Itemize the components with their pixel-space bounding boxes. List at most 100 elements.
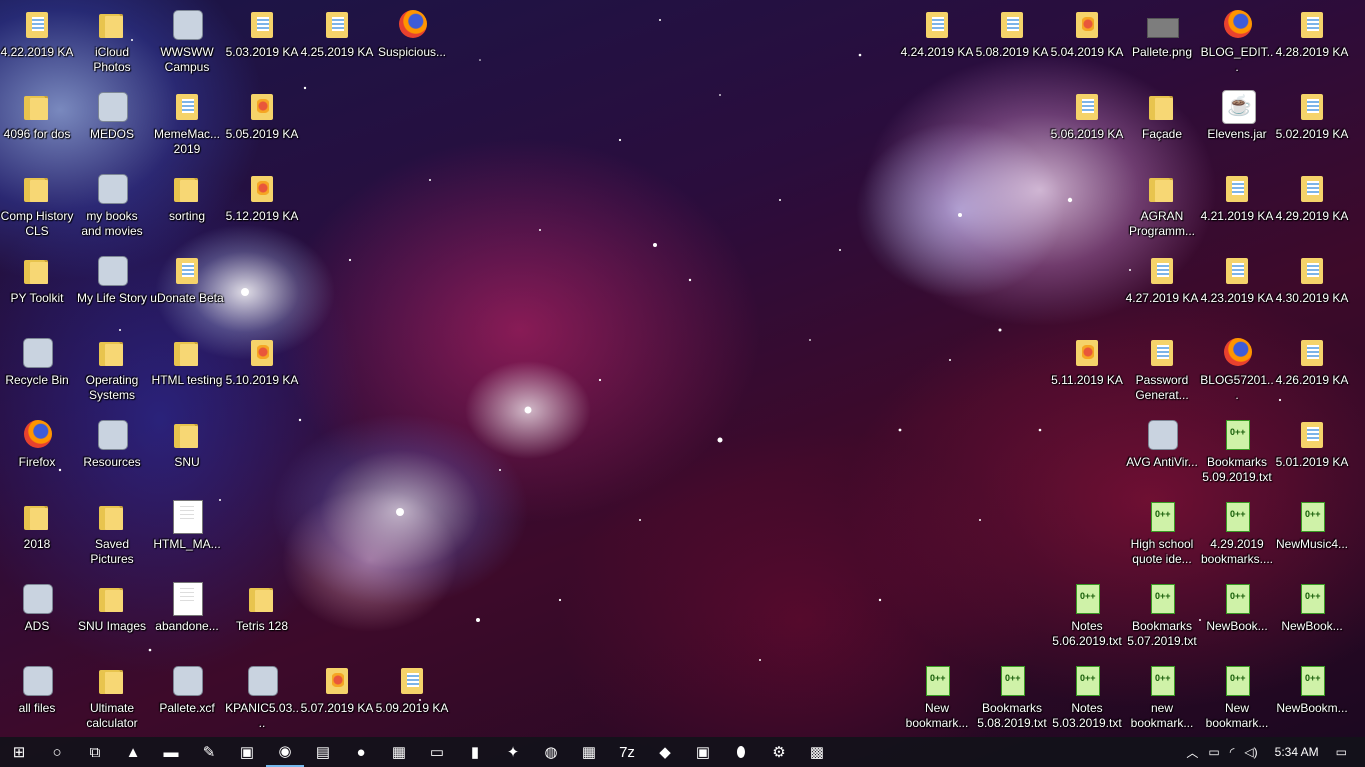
desktop-icon[interactable]: MEDOS xyxy=(75,90,149,142)
desktop-icon[interactable]: My Life Story xyxy=(75,254,149,306)
taskbar-calculator-icon[interactable]: ▦ xyxy=(570,737,608,767)
desktop-icon[interactable]: New bookmark... xyxy=(1200,664,1274,731)
taskbar-app-active-icon[interactable]: ◉ xyxy=(266,737,304,767)
taskbar-sticky-notes-icon[interactable]: ▮ xyxy=(456,737,494,767)
taskbar-monitor-app-icon[interactable]: ▭ xyxy=(418,737,456,767)
desktop-icon[interactable]: Bookmarks 5.09.2019.txt xyxy=(1200,418,1274,485)
desktop-icon[interactable]: 4096 for dos xyxy=(0,90,74,142)
desktop-icon[interactable]: BLOG_EDIT... xyxy=(1200,8,1274,75)
desktop-icon[interactable]: 4.21.2019 KA xyxy=(1200,172,1274,224)
taskbar-start-icon[interactable]: ⊞ xyxy=(0,737,38,767)
battery-icon[interactable]: ▭ xyxy=(1208,745,1219,759)
desktop-icon[interactable]: New bookmark... xyxy=(900,664,974,731)
desktop-icon[interactable]: 4.24.2019 KA xyxy=(900,8,974,60)
desktop-icon[interactable]: Pallete.png xyxy=(1125,8,1199,60)
taskbar-gimp-icon[interactable]: ✦ xyxy=(494,737,532,767)
desktop-icon[interactable]: 5.01.2019 KA xyxy=(1275,418,1349,470)
desktop-icon[interactable]: Bookmarks 5.07.2019.txt xyxy=(1125,582,1199,649)
desktop-icon[interactable]: Recycle Bin xyxy=(0,336,74,388)
desktop-icon[interactable]: MemeMac... 2019 xyxy=(150,90,224,157)
desktop-icon[interactable]: abandone... xyxy=(150,582,224,634)
desktop-icon[interactable]: Bookmarks 5.08.2019.txt xyxy=(975,664,1049,731)
desktop-icon[interactable]: NewBookm... xyxy=(1275,664,1349,716)
desktop-icon[interactable]: uDonate Beta xyxy=(150,254,224,306)
desktop-icon[interactable]: WWSWW Campus xyxy=(150,8,224,75)
taskbar-file-explorer-icon[interactable]: ▬ xyxy=(152,737,190,767)
desktop-icon[interactable]: 5.03.2019 KA xyxy=(225,8,299,60)
desktop-icon[interactable]: Ultimate calculator xyxy=(75,664,149,731)
taskbar-vlc-icon[interactable]: ▲ xyxy=(114,737,152,767)
desktop-icon[interactable]: 4.30.2019 KA xyxy=(1275,254,1349,306)
taskbar-word-doc-icon[interactable]: ▤ xyxy=(304,737,342,767)
desktop-icon[interactable]: 5.06.2019 KA xyxy=(1050,90,1124,142)
desktop-icon[interactable]: Comp History CLS xyxy=(0,172,74,239)
desktop-icon[interactable]: Pallete.xcf xyxy=(150,664,224,716)
desktop-icon[interactable]: SNU xyxy=(150,418,224,470)
desktop-icon[interactable]: 5.11.2019 KA xyxy=(1050,336,1124,388)
desktop-icon[interactable]: 5.09.2019 KA xyxy=(375,664,449,716)
desktop-icon[interactable]: 5.12.2019 KA xyxy=(225,172,299,224)
desktop-icon[interactable]: 5.10.2019 KA xyxy=(225,336,299,388)
desktop-icon[interactable]: iCloud Photos xyxy=(75,8,149,75)
desktop-icon[interactable]: Façade xyxy=(1125,90,1199,142)
desktop-icon[interactable]: ADS xyxy=(0,582,74,634)
taskbar-notepad-plus-plus-icon[interactable]: ✎ xyxy=(190,737,228,767)
desktop-icon[interactable]: Tetris 128 xyxy=(225,582,299,634)
desktop-icon[interactable]: 4.29.2019 bookmarks.... xyxy=(1200,500,1274,567)
desktop-icon[interactable]: sorting xyxy=(150,172,224,224)
desktop-icon[interactable]: 5.02.2019 KA xyxy=(1275,90,1349,142)
desktop-icon[interactable]: 4.23.2019 KA xyxy=(1200,254,1274,306)
desktop-icon[interactable]: 4.25.2019 KA xyxy=(300,8,374,60)
desktop-icon[interactable]: 4.29.2019 KA xyxy=(1275,172,1349,224)
notification-icon[interactable]: ▭ xyxy=(1336,745,1347,759)
taskbar-task-view-icon[interactable]: ⧉ xyxy=(76,737,114,767)
desktop-icon[interactable]: 2018 xyxy=(0,500,74,552)
desktop-icon[interactable]: 5.08.2019 KA xyxy=(975,8,1049,60)
desktop-icon[interactable]: all files xyxy=(0,664,74,716)
taskbar-search-icon[interactable]: ○ xyxy=(38,737,76,767)
taskbar-network-app-icon[interactable]: ◆ xyxy=(646,737,684,767)
desktop-icon[interactable]: new bookmark... xyxy=(1125,664,1199,731)
desktop-icon[interactable]: 5.07.2019 KA xyxy=(300,664,374,716)
desktop-icon[interactable]: my books and movies xyxy=(75,172,149,239)
desktop-icon[interactable]: High school quote ide... xyxy=(1125,500,1199,567)
taskbar-archive-icon[interactable]: ▣ xyxy=(684,737,722,767)
desktop-icon[interactable]: 5.04.2019 KA xyxy=(1050,8,1124,60)
desktop-icon[interactable]: HTML_MA... xyxy=(150,500,224,552)
desktop-icon[interactable]: AVG AntiVir... xyxy=(1125,418,1199,470)
desktop-icon[interactable]: 4.26.2019 KA xyxy=(1275,336,1349,388)
desktop-icon[interactable]: 4.27.2019 KA xyxy=(1125,254,1199,306)
clock[interactable]: 5:34 AM xyxy=(1268,745,1326,759)
taskbar-firefox-icon[interactable]: ● xyxy=(342,737,380,767)
desktop-icon[interactable]: Password Generat... xyxy=(1125,336,1199,403)
desktop-icon[interactable]: HTML testing xyxy=(150,336,224,388)
desktop-icon[interactable]: NewBook... xyxy=(1275,582,1349,634)
desktop-icon[interactable]: PY Toolkit xyxy=(0,254,74,306)
desktop-icon[interactable]: Suspicious... xyxy=(375,8,449,60)
desktop-icon[interactable]: Firefox xyxy=(0,418,74,470)
desktop-icon[interactable]: SNU Images xyxy=(75,582,149,634)
desktop-icon[interactable]: Elevens.jar xyxy=(1200,90,1274,142)
taskbar-settings-icon[interactable]: ⚙ xyxy=(760,737,798,767)
desktop-icon[interactable]: Notes 5.03.2019.txt xyxy=(1050,664,1124,731)
desktop-icon[interactable]: Saved Pictures xyxy=(75,500,149,567)
desktop-icon[interactable]: Resources xyxy=(75,418,149,470)
desktop-icon[interactable]: KPANIC5.03.... xyxy=(225,664,299,731)
volume-icon[interactable]: ◁) xyxy=(1244,745,1257,759)
taskbar-7zip-icon[interactable]: 7z xyxy=(608,737,646,767)
desktop-icon[interactable]: NewBook... xyxy=(1200,582,1274,634)
desktop-icon[interactable]: 4.22.2019 KA xyxy=(0,8,74,60)
wifi-icon[interactable]: ◜ xyxy=(1230,745,1235,759)
desktop-icon[interactable]: Operating Systems xyxy=(75,336,149,403)
taskbar-photos-icon[interactable]: ▣ xyxy=(228,737,266,767)
taskbar-paint-icon[interactable]: ◍ xyxy=(532,737,570,767)
taskbar-lime-icon[interactable]: ⬮ xyxy=(722,737,760,767)
desktop-icon[interactable]: NewMusic4... xyxy=(1275,500,1349,552)
taskbar-video-editor-icon[interactable]: ▦ xyxy=(380,737,418,767)
desktop-icon[interactable]: BLOG57201... xyxy=(1200,336,1274,403)
chevron-up-icon[interactable]: ︿ xyxy=(1186,744,1198,761)
desktop-icon[interactable]: 4.28.2019 KA xyxy=(1275,8,1349,60)
desktop-icon[interactable]: AGRAN Programm... xyxy=(1125,172,1199,239)
desktop-icon[interactable]: 5.05.2019 KA xyxy=(225,90,299,142)
desktop-icon[interactable]: Notes 5.06.2019.txt xyxy=(1050,582,1124,649)
